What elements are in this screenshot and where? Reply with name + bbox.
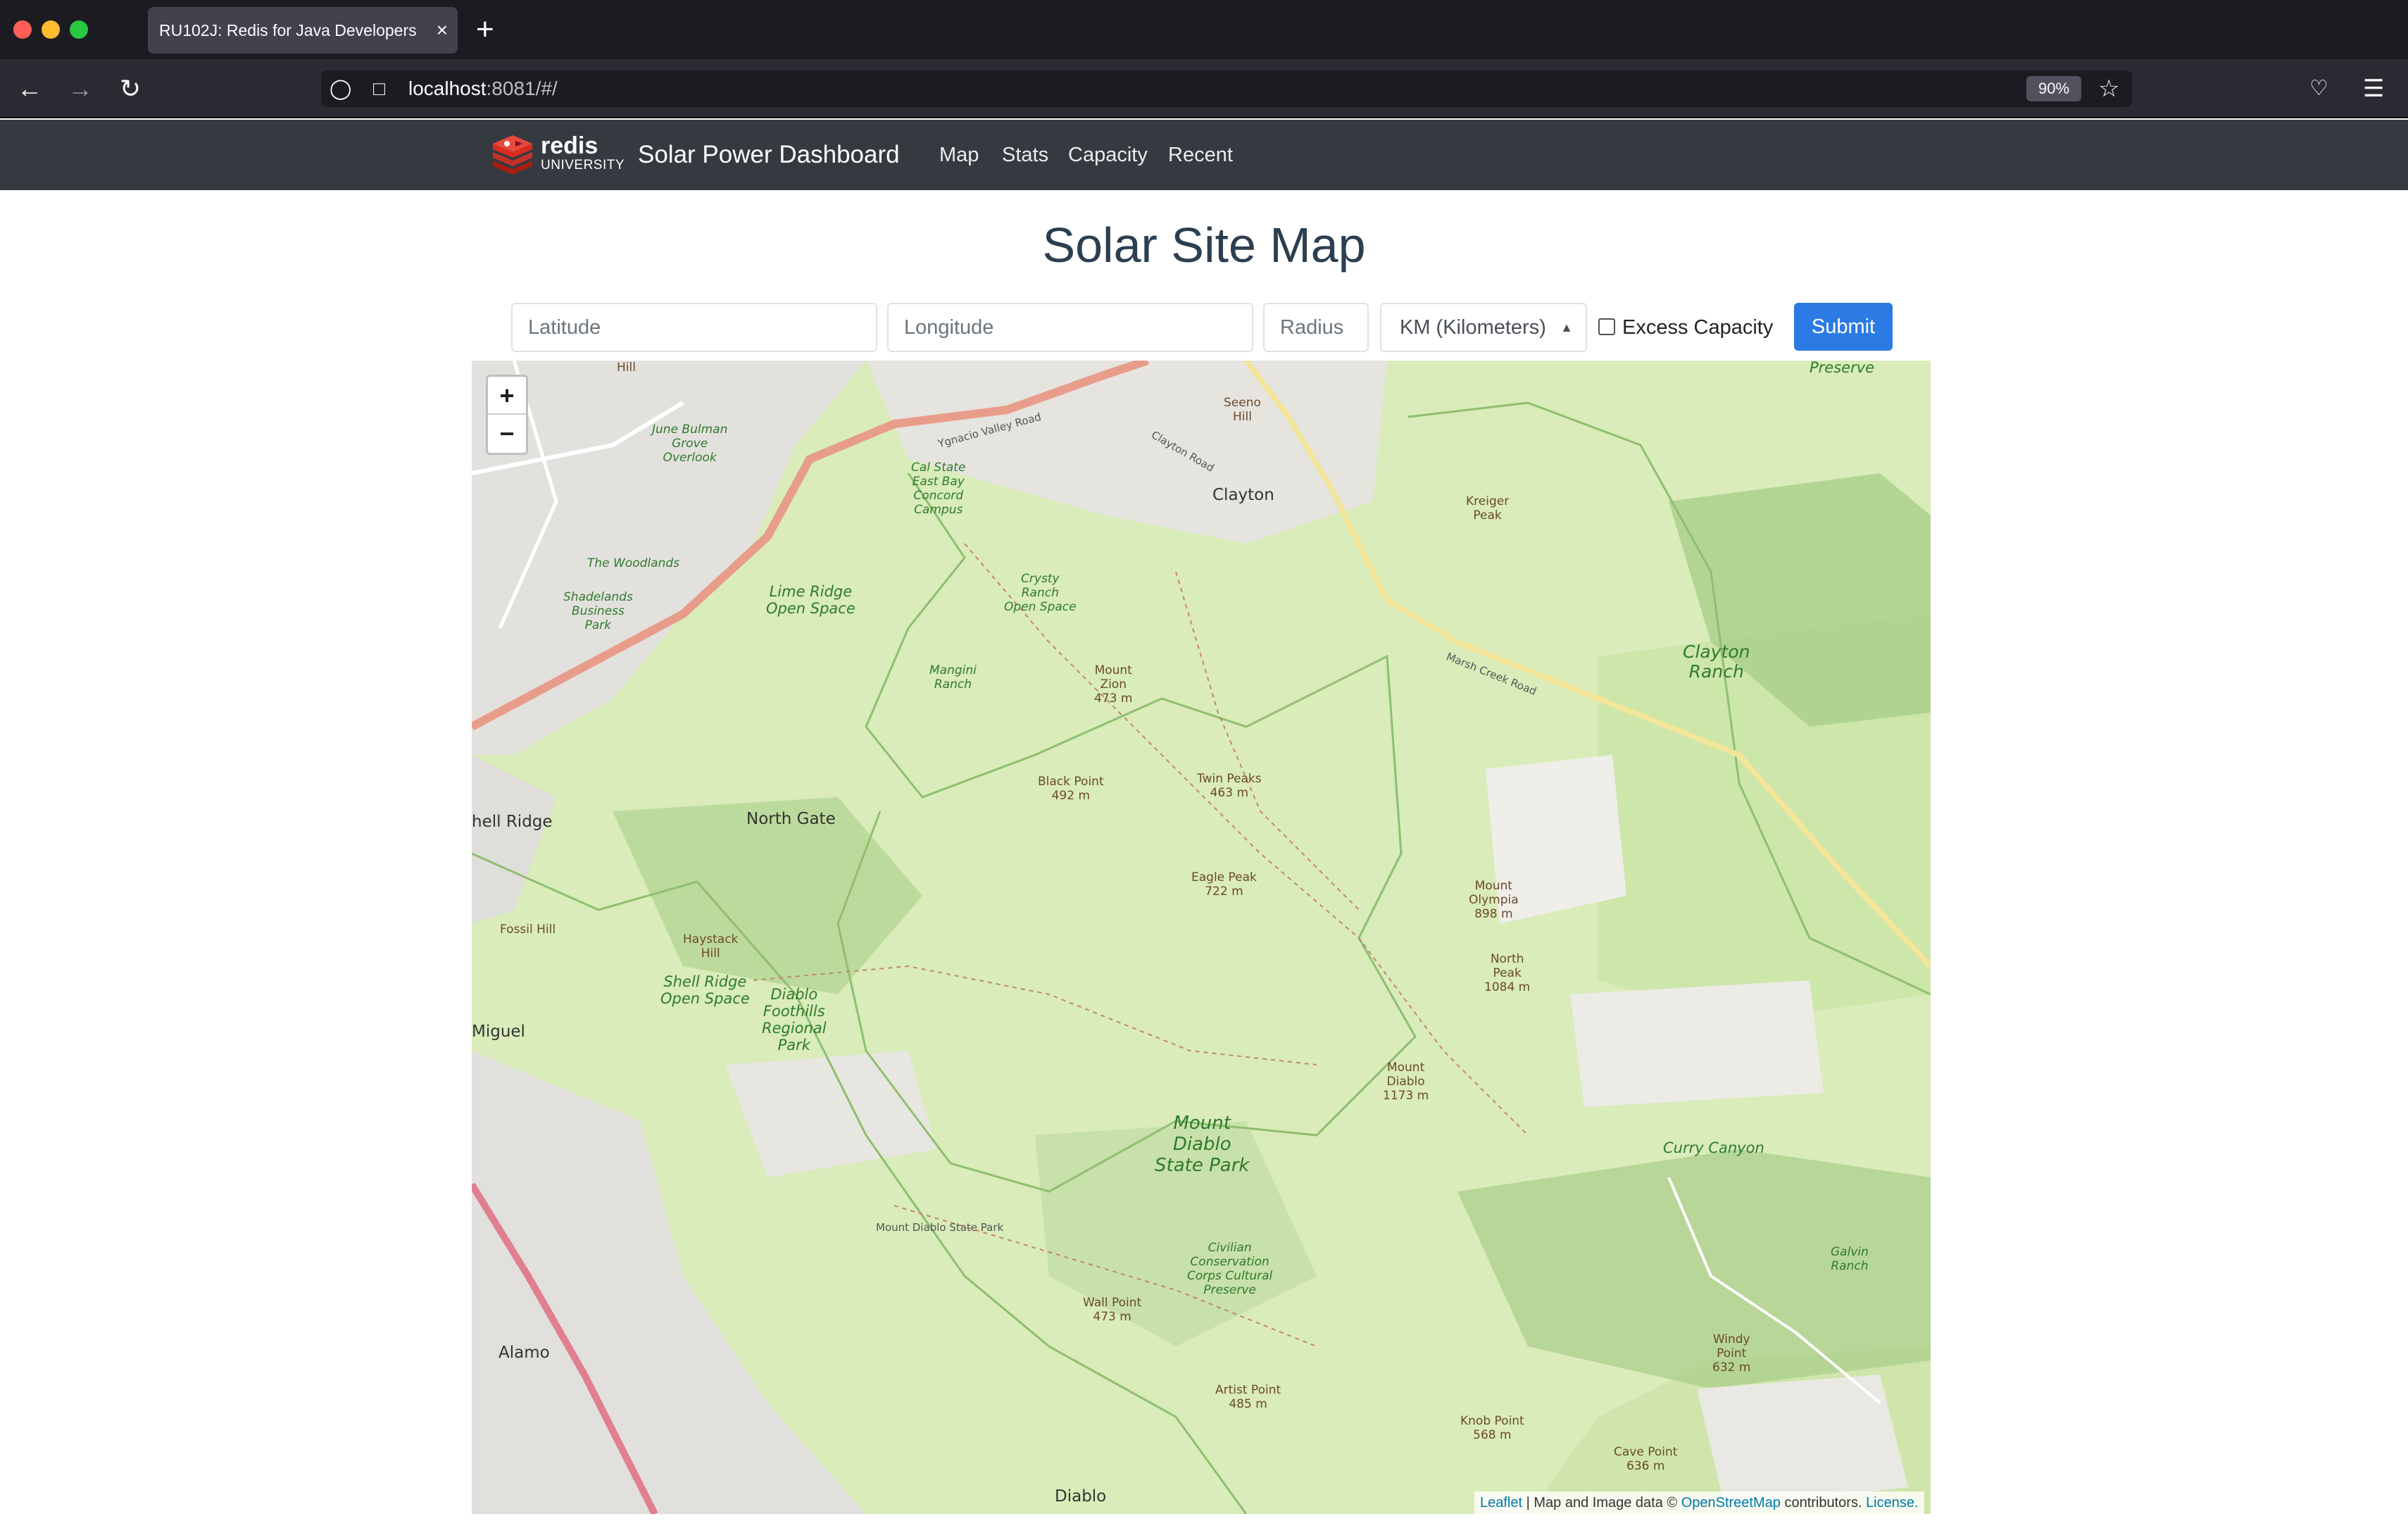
star-icon[interactable]: ☆ bbox=[2098, 70, 2119, 107]
map-label-cal-state: Cal State East Bay Concord Campus bbox=[911, 461, 966, 517]
shield-icon[interactable]: ◯ bbox=[330, 70, 351, 107]
map-label-seeno-hill: Seeno Hill bbox=[1224, 396, 1261, 424]
map-label-crysty-ranch: Crysty Ranch Open Space bbox=[1004, 572, 1077, 614]
longitude-input[interactable] bbox=[887, 303, 1253, 352]
license-link[interactable]: License. bbox=[1866, 1495, 1919, 1511]
map-zoom-control: + − bbox=[486, 375, 528, 455]
nav-link-capacity[interactable]: Capacity bbox=[1068, 120, 1148, 190]
map-label-woodlands: The Woodlands bbox=[587, 556, 679, 570]
map-label-mount-olympia: Mount Olympia 898 m bbox=[1469, 879, 1519, 921]
map-label-lime-ridge: Lime Ridge Open Space bbox=[766, 583, 855, 617]
map-label-diablo: Diablo bbox=[1055, 1487, 1107, 1506]
map-label-windy-point: Windy Point 632 m bbox=[1712, 1332, 1751, 1375]
map-label-black-point: Black Point 492 m bbox=[1038, 775, 1104, 803]
map-label-june-bulman: June Bulman Grove Overlook bbox=[652, 423, 728, 465]
map-label-hill: Hill bbox=[617, 361, 636, 375]
map-label-galvin-ranch: Galvin Ranch bbox=[1831, 1245, 1869, 1273]
map-label-miguel: Miguel bbox=[472, 1023, 525, 1041]
select-caret-icon: ▲ bbox=[1560, 320, 1573, 335]
browser-tabbar: RU102J: Redis for Java Developers × + bbox=[0, 0, 2408, 59]
url-path: :8081/#/ bbox=[486, 77, 558, 99]
attribution-contrib: contributors. bbox=[1780, 1495, 1867, 1511]
map-label-mangini: Mangini Ranch bbox=[929, 663, 977, 692]
map-tiles[interactable]: Preserve Clayton Kreiger Peak Clayton Ra… bbox=[472, 361, 1931, 1514]
close-window-button[interactable] bbox=[13, 20, 32, 39]
map-label-wall-point: Wall Point 473 m bbox=[1083, 1296, 1142, 1324]
map-label-artist-point: Artist Point 485 m bbox=[1215, 1383, 1281, 1411]
map-label-north-peak: North Peak 1084 m bbox=[1484, 952, 1531, 994]
unit-select[interactable]: KM (Kilometers) ▲ bbox=[1380, 303, 1587, 352]
new-tab-icon[interactable]: + bbox=[476, 13, 494, 46]
map-label-north-gate: North Gate bbox=[746, 810, 836, 828]
map-label-mount-zion: Mount Zion 473 m bbox=[1094, 663, 1133, 706]
map-label-preserve: Preserve bbox=[1810, 361, 1875, 376]
redis-cube-icon bbox=[493, 135, 532, 175]
map-label-twin-peaks: Twin Peaks 463 m bbox=[1197, 772, 1262, 800]
leaflet-link[interactable]: Leaflet bbox=[1480, 1495, 1522, 1511]
back-arrow-icon[interactable]: ← bbox=[17, 59, 42, 118]
page-title: Solar Site Map bbox=[1042, 218, 1366, 273]
nav-link-stats[interactable]: Stats bbox=[1002, 120, 1048, 190]
map-label-curry-canyon: Curry Canyon bbox=[1663, 1139, 1764, 1156]
map-label-ccc-preserve: Civilian Conservation Corps Cultural Pre… bbox=[1187, 1241, 1273, 1297]
app-brand[interactable]: Solar Power Dashboard bbox=[638, 120, 900, 190]
map-label-mdsp-road: Mount Diablo State Park bbox=[876, 1221, 1004, 1234]
map-label-haystack-hill: Haystack Hill bbox=[683, 932, 739, 961]
menu-icon[interactable]: ☰ bbox=[2363, 70, 2384, 107]
minimize-window-button[interactable] bbox=[42, 20, 60, 39]
submit-button[interactable]: Submit bbox=[1794, 303, 1893, 351]
map-label-shadelands: Shadelands Business Park bbox=[563, 590, 633, 632]
map-label-shell-ridge: hell Ridge bbox=[472, 813, 553, 831]
forward-arrow-icon[interactable]: → bbox=[68, 59, 93, 118]
pocket-icon[interactable]: ♡ bbox=[2309, 70, 2328, 107]
redis-university-logo[interactable]: redis UNIVERSITY bbox=[490, 132, 625, 177]
map-label-clayton-ranch: Clayton Ranch bbox=[1683, 642, 1750, 682]
url-host: localhost bbox=[408, 77, 487, 99]
tab-close-icon[interactable]: × bbox=[437, 7, 448, 54]
map-label-cave-point: Cave Point 636 m bbox=[1614, 1445, 1678, 1473]
logo-university-text: UNIVERSITY bbox=[541, 158, 625, 173]
attribution-text: | Map and Image data © bbox=[1522, 1495, 1681, 1511]
excess-capacity-checkbox[interactable] bbox=[1598, 318, 1615, 335]
excess-capacity-label[interactable]: Excess Capacity bbox=[1622, 303, 1773, 352]
map-label-knob-point: Knob Point 568 m bbox=[1460, 1414, 1524, 1442]
map-label-mount-diablo: Mount Diablo 1173 m bbox=[1383, 1061, 1429, 1103]
maximize-window-button[interactable] bbox=[70, 20, 88, 39]
latitude-input[interactable] bbox=[511, 303, 877, 352]
logo-redis-text: redis bbox=[541, 132, 598, 159]
page-icon[interactable]: □ bbox=[373, 70, 385, 107]
map-label-mount-diablo-state-park: Mount Diablo State Park bbox=[1155, 1113, 1250, 1176]
url-bar[interactable]: ◯ □ localhost:8081/#/ bbox=[321, 70, 2132, 107]
unit-select-value: KM (Kilometers) bbox=[1400, 316, 1546, 339]
nav-link-recent[interactable]: Recent bbox=[1168, 120, 1233, 190]
map-attribution: Leaflet | Map and Image data © OpenStree… bbox=[1474, 1492, 1924, 1514]
nav-link-map[interactable]: Map bbox=[939, 120, 979, 190]
map-label-alamo: Alamo bbox=[498, 1344, 550, 1362]
map-label-clayton: Clayton bbox=[1212, 486, 1274, 504]
map-label-fossil-hill: Fossil Hill bbox=[500, 923, 556, 937]
map-label-shell-ridge-open-space: Shell Ridge Open Space bbox=[660, 973, 750, 1007]
url-text[interactable]: localhost:8081/#/ bbox=[408, 70, 558, 107]
map-label-eagle-peak: Eagle Peak 722 m bbox=[1191, 870, 1257, 899]
radius-input[interactable] bbox=[1263, 303, 1369, 352]
tab-title: RU102J: Redis for Java Developers bbox=[159, 21, 417, 39]
zoom-level-badge[interactable]: 90% bbox=[2026, 76, 2081, 101]
map-label-diablo-foothills: Diablo Foothills Regional Park bbox=[762, 986, 827, 1054]
osm-link[interactable]: OpenStreetMap bbox=[1681, 1495, 1781, 1511]
reload-icon[interactable]: ↻ bbox=[120, 59, 141, 118]
map-label-kreiger-peak: Kreiger Peak bbox=[1466, 494, 1510, 523]
zoom-in-button[interactable]: + bbox=[488, 377, 526, 415]
zoom-out-button[interactable]: − bbox=[488, 415, 526, 453]
browser-tab[interactable]: RU102J: Redis for Java Developers × bbox=[148, 7, 458, 54]
